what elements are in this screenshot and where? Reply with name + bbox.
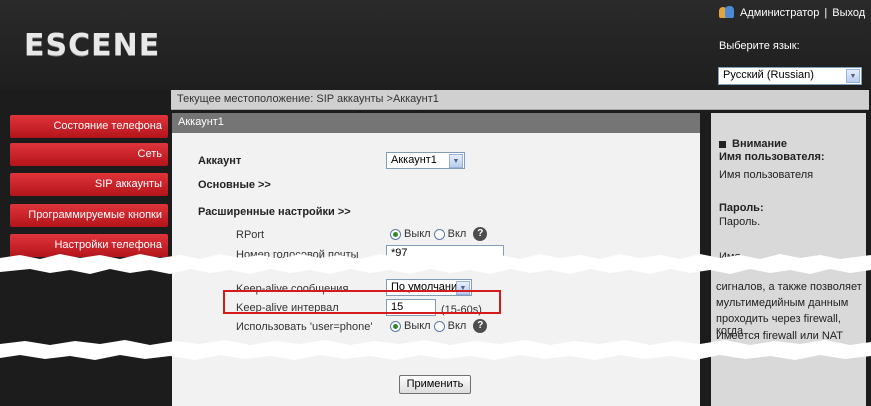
- escene-logo: ESCENE: [24, 27, 161, 63]
- rport-off-radio[interactable]: [390, 228, 401, 240]
- userphone-off-radio[interactable]: [390, 320, 401, 332]
- rport-off-label: Выкл: [404, 228, 431, 240]
- language-select[interactable]: Русский (Russian) ▼: [718, 67, 862, 85]
- chevron-down-icon[interactable]: ▼: [846, 69, 860, 83]
- header: ESCENE Администратор | Выход Выберите яз…: [0, 0, 871, 90]
- userphone-radio-group: Выкл Вкл ?: [390, 319, 488, 333]
- help-icon[interactable]: ?: [473, 319, 488, 333]
- sidebar-item-sip-accounts[interactable]: SIP аккаунты: [10, 173, 168, 196]
- info-lower-line-2: мультимедийным данным: [716, 297, 849, 309]
- account-label: Аккаунт: [198, 155, 242, 167]
- sidebar-item-programmable-keys[interactable]: Программируемые кнопки: [10, 204, 168, 227]
- info-password-heading: Пароль:: [719, 202, 764, 214]
- basic-settings-link[interactable]: Основные >>: [198, 179, 271, 191]
- language-label: Выберите язык:: [719, 40, 800, 52]
- info-lower-line-1: сигналов, а также позволяет: [716, 281, 862, 293]
- panel-title: Аккаунт1: [172, 113, 700, 133]
- rport-radio-group: Выкл Вкл ?: [390, 227, 488, 241]
- sidebar-item-phone-status[interactable]: Состояние телефона: [10, 115, 168, 138]
- torn-edge-top: [0, 250, 871, 278]
- info-user-text: Имя пользователя: [719, 169, 814, 181]
- advanced-settings-link[interactable]: Расширенные настройки >>: [198, 206, 351, 218]
- help-icon[interactable]: ?: [473, 227, 488, 241]
- torn-edge-bottom: [0, 338, 871, 364]
- language-select-value: Русский (Russian): [723, 69, 814, 81]
- userphone-on-radio[interactable]: [433, 320, 445, 332]
- rport-label: RPort: [236, 229, 265, 241]
- breadcrumb: Текущее местоположение: SIP аккаунты >Ак…: [171, 90, 869, 110]
- account-select[interactable]: Аккаунт1 ▼: [386, 152, 465, 169]
- userphone-on-label: Вкл: [447, 320, 467, 332]
- admin-bar: Администратор | Выход: [719, 6, 865, 19]
- apply-button[interactable]: Применить: [399, 375, 471, 394]
- square-icon: [719, 140, 726, 148]
- logout-link[interactable]: Выход: [832, 7, 865, 19]
- logo-text: ESCENE: [24, 27, 161, 63]
- account-select-value: Аккаунт1: [391, 154, 437, 166]
- users-icon: [719, 6, 735, 19]
- userphone-label: Использовать 'user=phone': [236, 321, 373, 333]
- info-user-heading: Имя пользователя:: [719, 151, 825, 163]
- highlight-frame: [223, 290, 501, 314]
- rport-on-label: Вкл: [447, 228, 467, 240]
- info-title: Внимание: [719, 138, 787, 150]
- sidebar-item-network[interactable]: Сеть: [10, 143, 168, 166]
- chevron-down-icon[interactable]: ▼: [449, 154, 463, 168]
- info-password-text: Пароль.: [719, 216, 761, 228]
- admin-separator: |: [824, 6, 828, 19]
- userphone-off-label: Выкл: [404, 320, 431, 332]
- rport-on-radio[interactable]: [433, 228, 445, 240]
- info-title-text: Внимание: [732, 138, 787, 150]
- admin-link[interactable]: Администратор: [740, 7, 819, 19]
